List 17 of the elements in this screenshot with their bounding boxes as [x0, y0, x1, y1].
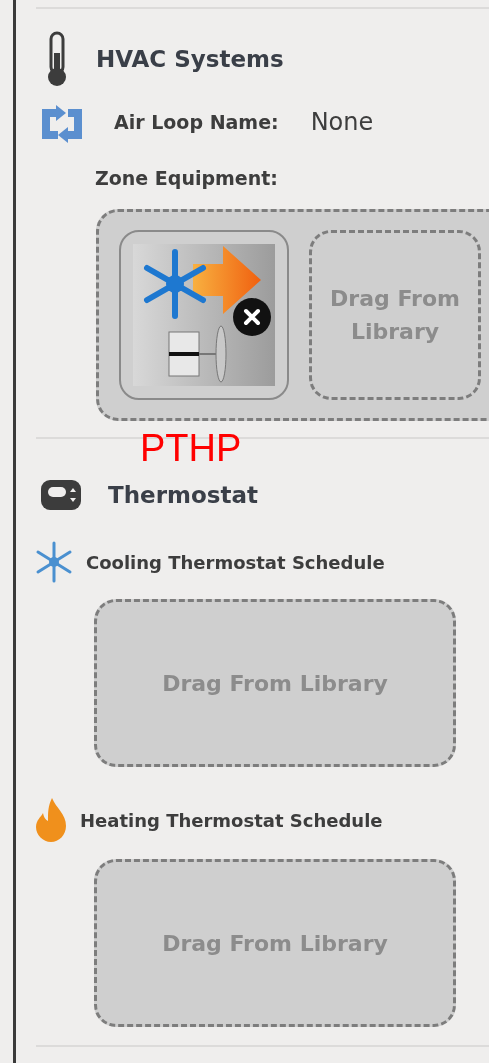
close-icon	[243, 308, 261, 326]
flame-icon	[34, 797, 68, 843]
schedule-label: Heating Thermostat Schedule	[80, 809, 383, 831]
equipment-tile[interactable]	[119, 230, 289, 400]
field-label: Zone Equipment:	[95, 167, 278, 189]
drop-zone[interactable]: Drag From Library	[94, 859, 456, 1027]
drop-zone[interactable]: Drag From Library	[309, 230, 481, 400]
field-label: Air Loop Name:	[114, 111, 279, 133]
equipment-caption: PTHP	[140, 429, 243, 467]
section-title: HVAC Systems	[96, 46, 284, 72]
snowflake-icon	[34, 541, 74, 583]
field-value: None	[310, 108, 374, 136]
thermostat-icon	[40, 479, 82, 511]
section-title: Thermostat	[108, 482, 258, 508]
drop-zone[interactable]: Drag From Library	[94, 599, 456, 767]
schedule-label: Cooling Thermostat Schedule	[86, 551, 385, 573]
thermometer-icon	[46, 31, 68, 87]
